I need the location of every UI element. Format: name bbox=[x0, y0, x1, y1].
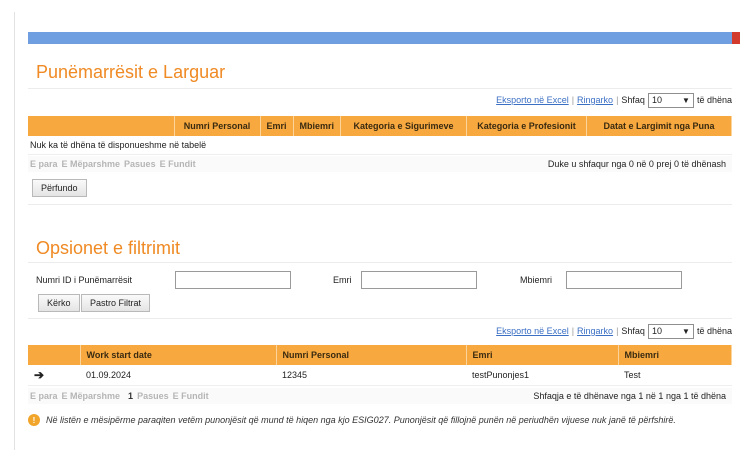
empty-message: Nuk ka të dhëna të disponueshme në tabel… bbox=[28, 136, 732, 155]
col-header-surname[interactable]: Mbiemri bbox=[618, 345, 732, 365]
top-bar-accent bbox=[732, 32, 740, 44]
finish-button[interactable]: Përfundo bbox=[32, 179, 87, 197]
chevron-down-icon: ▼ bbox=[682, 326, 690, 336]
col-header-personal-number[interactable]: Numri Personal bbox=[276, 345, 467, 365]
page-size-select[interactable]: 10 ▼ bbox=[647, 92, 694, 108]
cell-work-start-date: 01.09.2024 bbox=[80, 365, 276, 386]
col-header-work-start-date[interactable]: Work start date bbox=[80, 345, 277, 365]
col-header-surname[interactable]: Mbiemri bbox=[293, 116, 342, 136]
table-header-row: Work start date Numri Personal Emri Mbie… bbox=[28, 345, 732, 365]
first-page-link[interactable]: E para bbox=[30, 391, 58, 401]
table-row[interactable]: ➔ 01.09.2024 12345 testPunonjes1 Test bbox=[28, 365, 732, 386]
page-size-value: 10 bbox=[651, 95, 662, 105]
records-unit-label: të dhëna bbox=[696, 95, 732, 105]
section-title-terminated: Punëmarrësit e Larguar bbox=[36, 62, 226, 82]
refresh-link[interactable]: Ringarko bbox=[577, 326, 613, 336]
cell-surname: Test bbox=[618, 365, 732, 386]
table-header-row: Numri Personal Emri Mbiemri Kategoria e … bbox=[28, 116, 732, 136]
employees-table: Work start date Numri Personal Emri Mbie… bbox=[28, 345, 732, 386]
col-header-personal-number[interactable]: Numri Personal bbox=[174, 116, 261, 136]
export-excel-link[interactable]: Eksporto në Excel bbox=[496, 326, 569, 336]
export-excel-link[interactable]: Eksporto në Excel bbox=[496, 95, 569, 105]
pagination-2: E para E Mëparshme 1 Pasues E Fundit Shf… bbox=[28, 388, 732, 404]
pagination-info: Shfaqja e të dhënave nga 1 në 1 nga 1 të… bbox=[533, 391, 726, 401]
pagination-info: Duke u shfaqur nga 0 në 0 prej 0 të dhën… bbox=[547, 159, 726, 169]
col-header-name[interactable]: Emri bbox=[466, 345, 619, 365]
employee-id-label: Numri ID i Punëmarrësit bbox=[36, 275, 133, 285]
divider bbox=[28, 88, 732, 89]
first-page-link[interactable]: E para bbox=[30, 159, 58, 169]
terminated-employees-table: Numri Personal Emri Mbiemri Kategoria e … bbox=[28, 116, 732, 155]
cell-personal-number: 12345 bbox=[276, 365, 466, 386]
empty-row: Nuk ka të dhëna të disponueshme në tabel… bbox=[28, 136, 732, 155]
current-page[interactable]: 1 bbox=[128, 391, 133, 401]
show-label: Shfaq bbox=[621, 95, 645, 105]
search-button[interactable]: Kërko bbox=[38, 294, 80, 312]
table-toolbar-1: Eksporto në Excel | Ringarko | Shfaq 10 … bbox=[496, 91, 732, 109]
top-bar bbox=[28, 32, 732, 44]
col-header-insurance-category[interactable]: Kategoria e Sigurimeve bbox=[340, 116, 468, 136]
prev-page-link[interactable]: E Mëparshme bbox=[62, 159, 121, 169]
divider bbox=[28, 204, 732, 205]
next-page-link[interactable]: Pasues bbox=[137, 391, 169, 401]
col-header-termination-date[interactable]: Datat e Largimit nga Puna bbox=[586, 116, 732, 136]
name-input[interactable] bbox=[361, 271, 477, 289]
surname-label: Mbiemri bbox=[520, 275, 553, 285]
cell-name: testPunonjes1 bbox=[466, 365, 618, 386]
divider bbox=[28, 318, 732, 319]
pagination-1: E para E Mëparshme Pasues E Fundit Duke … bbox=[28, 156, 732, 172]
clear-filters-button[interactable]: Pastro Filtrat bbox=[81, 294, 151, 312]
surname-input[interactable] bbox=[566, 271, 682, 289]
info-note: ! Në listën e mësipërme paraqiten vetëm … bbox=[28, 414, 732, 426]
info-note-text: Në listën e mësipërme paraqiten vetëm pu… bbox=[46, 415, 676, 425]
table-toolbar-2: Eksporto në Excel | Ringarko | Shfaq 10 … bbox=[496, 322, 732, 340]
arrow-right-icon[interactable]: ➔ bbox=[28, 365, 80, 386]
col-header-name[interactable]: Emri bbox=[260, 116, 294, 136]
prev-page-link[interactable]: E Mëparshme bbox=[62, 391, 121, 401]
chevron-down-icon: ▼ bbox=[682, 95, 690, 105]
col-header[interactable] bbox=[28, 345, 81, 365]
employee-id-input[interactable] bbox=[175, 271, 291, 289]
last-page-link[interactable]: E Fundit bbox=[173, 391, 209, 401]
section-title-filter-options: Opsionet e filtrimit bbox=[36, 238, 181, 258]
name-label: Emri bbox=[333, 275, 352, 285]
show-label: Shfaq bbox=[621, 326, 645, 336]
next-page-link[interactable]: Pasues bbox=[124, 159, 156, 169]
col-header[interactable] bbox=[28, 116, 175, 136]
records-unit-label: të dhëna bbox=[696, 326, 732, 336]
refresh-link[interactable]: Ringarko bbox=[577, 95, 613, 105]
divider bbox=[28, 262, 732, 263]
page-size-value: 10 bbox=[651, 326, 662, 336]
col-header-profession-category[interactable]: Kategoria e Profesionit bbox=[466, 116, 588, 136]
last-page-link[interactable]: E Fundit bbox=[160, 159, 196, 169]
page-size-select[interactable]: 10 ▼ bbox=[647, 323, 694, 339]
info-icon: ! bbox=[28, 414, 40, 426]
